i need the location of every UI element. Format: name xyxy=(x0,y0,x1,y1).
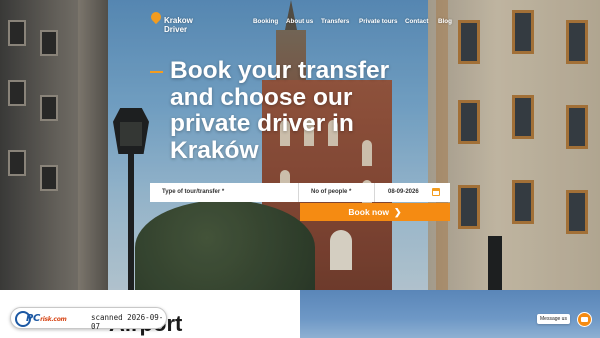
nav-transfers[interactable]: Transfers xyxy=(321,18,349,25)
nav-private-tours[interactable]: Private tours xyxy=(359,18,398,25)
tour-type-select[interactable]: Type of tour/transfer * xyxy=(150,183,299,202)
hero-headline: Book your transfer and choose our privat… xyxy=(170,57,390,164)
site-logo[interactable]: Krakow Driver xyxy=(148,9,202,36)
chat-bubble-icon[interactable] xyxy=(577,312,592,327)
book-now-button[interactable]: Book now ❯ xyxy=(300,203,450,221)
message-us-label[interactable]: Message us xyxy=(537,314,570,324)
date-value: 08-09-2026 xyxy=(388,189,419,195)
nav-booking[interactable]: Booking xyxy=(253,18,278,25)
date-field[interactable]: 08-09-2026 xyxy=(375,183,450,202)
people-count-select[interactable]: No of people * xyxy=(299,183,375,202)
scan-watermark: PCrisk.com scanned 2026-09-07 xyxy=(10,307,167,331)
booking-form: Type of tour/transfer * No of people * 0… xyxy=(150,183,450,202)
chevron-right-icon: ❯ xyxy=(394,207,402,217)
logo-line-1: Krakow xyxy=(164,16,193,25)
nav-contact[interactable]: Contact xyxy=(405,18,428,25)
logo-line-2: Driver xyxy=(164,25,188,34)
nav-about-us[interactable]: About us xyxy=(286,18,313,25)
book-now-label: Book now xyxy=(348,207,390,217)
calendar-icon[interactable] xyxy=(432,188,440,196)
location-pin-icon xyxy=(148,9,164,26)
headline-accent-dash xyxy=(150,71,163,73)
scan-date: scanned 2026-09-07 xyxy=(91,313,164,331)
pcrisk-logo: PCrisk.com xyxy=(15,311,87,327)
nav-blog[interactable]: Blog xyxy=(438,18,452,25)
